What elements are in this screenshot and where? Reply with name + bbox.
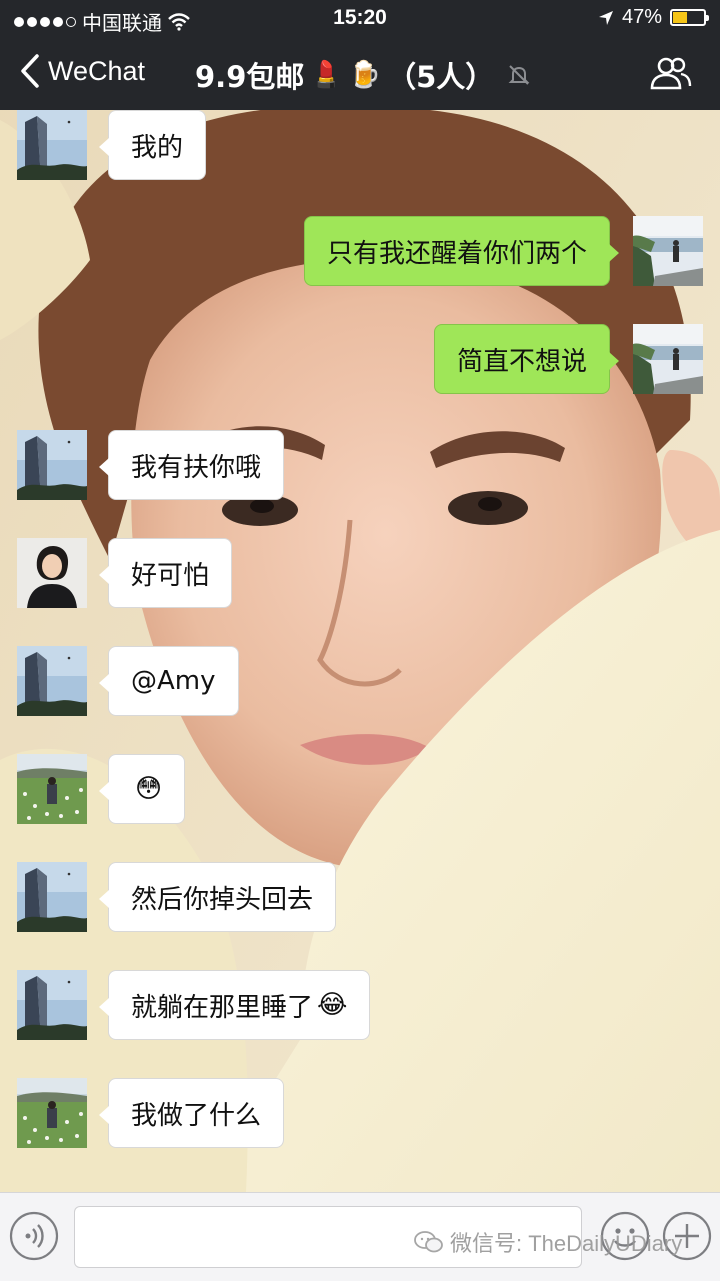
avatar-image [17, 862, 87, 932]
message-list: 我的 只有我还醒着你们两个 简直不想说 我有扶你哦 好可怕 @Amy 😳 然后你掉头回去 就躺在… [0, 110, 720, 1192]
status-right: 47% [598, 6, 709, 29]
avatar-image [17, 110, 87, 180]
message-text: 然后你掉头回去 [131, 884, 314, 915]
avatar[interactable] [17, 430, 87, 500]
chat-title: 9.9包邮 💄 🍺 （5人） [195, 54, 494, 96]
message-bubble[interactable]: 只有我还醒着你们两个 [303, 216, 620, 286]
avatar[interactable] [17, 538, 87, 608]
status-bar: 中国联通 15:20 47% [0, 0, 720, 36]
wechat-logo-icon [414, 1231, 443, 1253]
avatar[interactable] [17, 970, 87, 1040]
message-bubble[interactable]: 😳 [98, 754, 186, 824]
message-emoji: 😳 [135, 774, 163, 804]
avatar[interactable] [17, 110, 87, 180]
message-text: @Amy [131, 666, 216, 696]
message-text: 只有我还醒着你们两个 [326, 238, 587, 269]
avatar-image [17, 970, 87, 1040]
avatar-image [17, 646, 87, 716]
member-count: （5人） [387, 60, 495, 94]
message-text: 就躺在那里睡了 [131, 992, 314, 1023]
message-text: 我做了什么 [131, 1100, 262, 1131]
avatar-image [633, 324, 703, 394]
bell-slash-icon [508, 65, 530, 85]
chevron-left-icon [21, 54, 39, 88]
avatar-image [17, 430, 87, 500]
message-bubble[interactable]: 然后你掉头回去 [98, 862, 337, 932]
watermark-text: 微信号: TheDailyUDiary [450, 1231, 683, 1256]
avatar-image [17, 754, 87, 824]
message-bubble[interactable]: 我的 [98, 110, 207, 180]
watermark: 微信号: TheDailyUDiary [414, 1226, 682, 1258]
location-arrow-icon [598, 10, 613, 25]
group-name: 9.9包邮 [195, 60, 305, 94]
message-bubble[interactable]: 简直不想说 [433, 324, 620, 394]
battery-percent: 47% [621, 6, 662, 28]
message-text: 好可怕 [131, 560, 210, 591]
nav-bar: WeChat 9.9包邮 💄 🍺 （5人） [0, 36, 720, 110]
message-bubble[interactable]: 我做了什么 [98, 1078, 285, 1148]
avatar-image [633, 216, 703, 286]
avatar[interactable] [633, 216, 703, 286]
message-text: 我有扶你哦 [131, 452, 262, 483]
back-button[interactable]: WeChat [20, 54, 145, 88]
message-emoji: 😂 [317, 990, 348, 1020]
battery-fill [673, 12, 688, 23]
voice-icon[interactable] [8, 1210, 60, 1262]
message-bubble[interactable]: @Amy [99, 646, 239, 716]
avatar[interactable] [17, 646, 87, 716]
avatar-image [17, 538, 87, 608]
message-bubble[interactable]: 好可怕 [98, 538, 233, 608]
message-bubble[interactable]: 就躺在那里睡了 😂 [98, 970, 371, 1040]
battery-icon [670, 9, 709, 26]
avatar[interactable] [17, 1078, 87, 1148]
message-text: 简直不想说 [456, 346, 587, 377]
lipstick-emoji: 💄 [310, 60, 343, 90]
people-icon[interactable] [650, 56, 692, 90]
message-text: 我的 [131, 132, 184, 163]
avatar-image [17, 1078, 87, 1148]
avatar[interactable] [17, 754, 87, 824]
avatar[interactable] [17, 862, 87, 932]
avatar[interactable] [633, 324, 703, 394]
back-label: WeChat [48, 55, 146, 86]
message-bubble[interactable]: 我有扶你哦 [98, 430, 285, 500]
beer-emoji: 🍺 [348, 60, 382, 90]
